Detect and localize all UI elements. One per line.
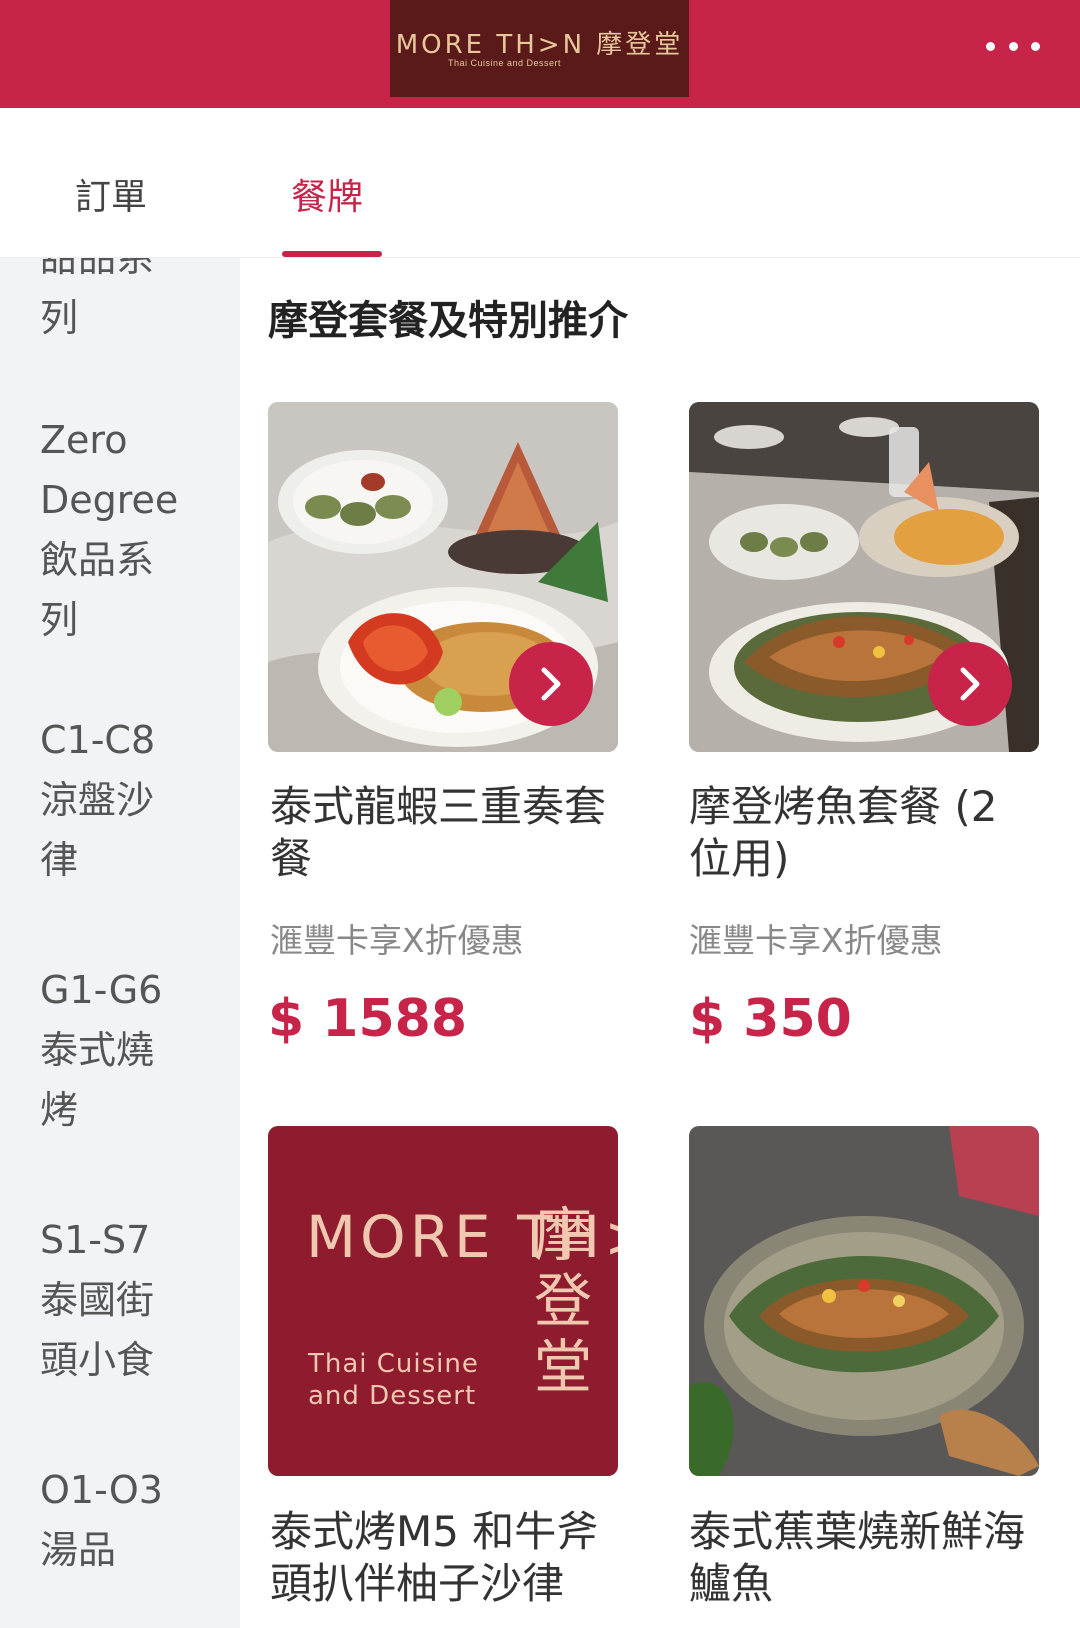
product-price: $ 1588 bbox=[268, 989, 468, 1049]
placeholder-logo-cjk: 摩登堂 bbox=[534, 1201, 593, 1401]
active-tab-indicator bbox=[282, 251, 382, 257]
placeholder-logo-subtitle: Thai Cuisine and Dessert bbox=[308, 1349, 479, 1411]
chevron-right-icon bbox=[960, 667, 980, 701]
chevron-right-icon bbox=[541, 667, 561, 701]
logo-title: MORE TH>N 摩登堂 bbox=[395, 29, 684, 60]
product-detail-button[interactable] bbox=[509, 642, 593, 726]
seabass-dish-image bbox=[689, 1126, 1039, 1476]
product-promo: 滙豐卡享X折優惠 bbox=[689, 921, 943, 960]
sidebar-item-soups[interactable]: O1-O3 湯品 bbox=[40, 1460, 190, 1580]
sidebar-item-street-food[interactable]: S1-S7 泰國街頭小食 bbox=[40, 1210, 190, 1390]
product-name: 摩登烤魚套餐 (2位用) bbox=[689, 782, 998, 883]
category-sidebar: 甜品系列 Zero Degree 飲品系列 C1-C8 涼盤沙律 G1-G6 泰… bbox=[0, 258, 240, 1628]
product-price: $ 350 bbox=[689, 989, 852, 1049]
section-title: 摩登套餐及特別推介 bbox=[268, 298, 628, 344]
sidebar-item-salads[interactable]: C1-C8 涼盤沙律 bbox=[40, 710, 190, 890]
tab-orders[interactable]: 訂單 bbox=[75, 168, 147, 220]
tab-bar: 訂單 餐牌 bbox=[0, 108, 1080, 258]
product-name: 泰式烤M5 和牛斧頭扒伴柚子沙律 bbox=[270, 1507, 599, 1608]
product-detail-button[interactable] bbox=[928, 642, 1012, 726]
product-name: 泰式蕉葉燒新鮮海鱸魚 bbox=[689, 1507, 1026, 1608]
product-promo: 滙豐卡享X折優惠 bbox=[270, 921, 524, 960]
product-name: 泰式龍蝦三重奏套餐 bbox=[270, 782, 607, 883]
product-image-seabass[interactable] bbox=[689, 1126, 1039, 1476]
logo-subtitle: Thai Cuisine and Dessert bbox=[447, 57, 562, 68]
brand-logo: MORE TH>N 摩登堂 Thai Cuisine and Dessert bbox=[390, 0, 689, 97]
more-dots-icon bbox=[986, 41, 995, 51]
app-header: MORE TH>N 摩登堂 Thai Cuisine and Dessert bbox=[0, 0, 1080, 108]
product-image-wagyu[interactable]: MORE TH>N 摩登堂 Thai Cuisine and Dessert bbox=[268, 1126, 618, 1476]
sidebar-item-grill[interactable]: G1-G6 泰式燒烤 bbox=[40, 960, 190, 1140]
tab-menu[interactable]: 餐牌 bbox=[291, 168, 363, 220]
sidebar-item-desserts[interactable]: 甜品系列 bbox=[40, 258, 190, 348]
more-options-button[interactable] bbox=[986, 36, 1040, 56]
sidebar-item-drinks[interactable]: Zero Degree 飲品系列 bbox=[40, 410, 190, 650]
